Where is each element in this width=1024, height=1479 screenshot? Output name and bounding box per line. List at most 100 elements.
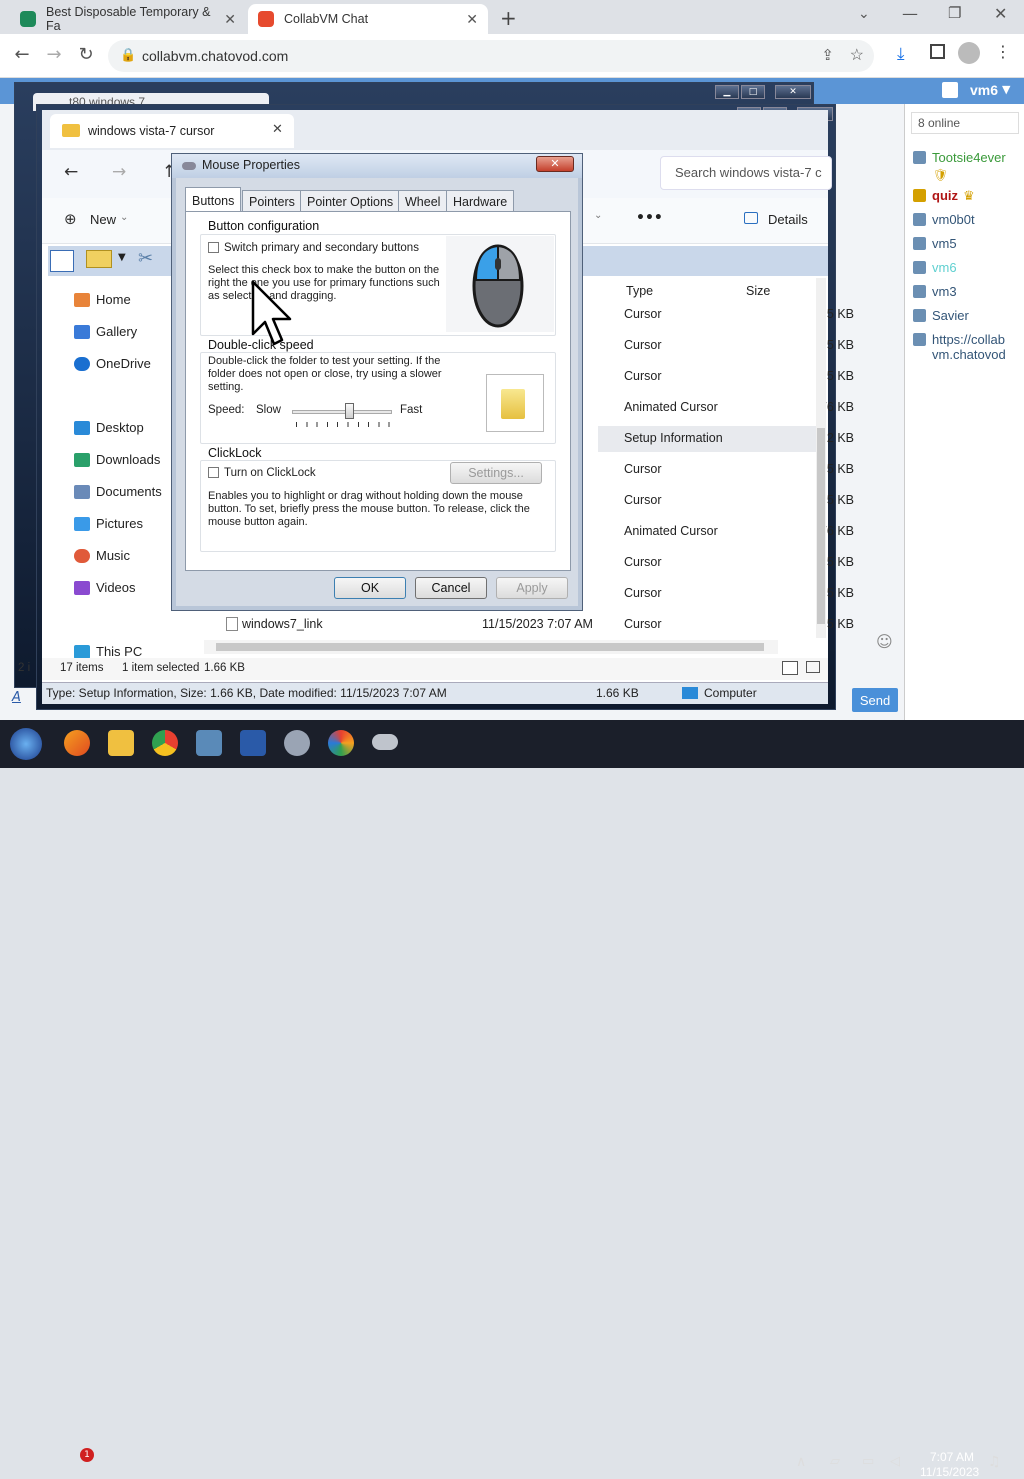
reload-icon[interactable]: ↻	[74, 44, 98, 65]
current-username[interactable]: vm6	[970, 82, 998, 98]
user-item[interactable]: vm6	[913, 260, 957, 275]
emoji-icon[interactable]: ☺	[876, 632, 893, 651]
folder-icon[interactable]	[501, 389, 525, 419]
network-icon[interactable]: ▱	[830, 1454, 840, 1469]
column-type-header[interactable]: Type	[626, 284, 653, 298]
share-icon[interactable]: ⇪	[821, 46, 834, 64]
menu-icon[interactable]: ⋮	[995, 42, 1011, 61]
switch-buttons-checkbox[interactable]	[208, 242, 219, 253]
nav-desktop[interactable]: Desktop	[74, 420, 144, 435]
clock-time[interactable]: 7:07 AM	[930, 1450, 974, 1464]
cut-icon[interactable]: ✂	[138, 248, 153, 269]
settings-gear-icon[interactable]	[284, 730, 310, 756]
scrollbar-thumb[interactable]	[817, 428, 825, 624]
apply-button[interactable]: Apply	[496, 577, 568, 599]
tab-wheel[interactable]: Wheel	[398, 190, 448, 212]
close-tab-icon[interactable]: ✕	[224, 11, 236, 28]
browser-tab-2[interactable]: CollabVM Chat ✕	[248, 4, 488, 34]
test-folder-box[interactable]	[486, 374, 544, 432]
clock-date[interactable]: 11/15/2023	[920, 1465, 979, 1479]
user-item[interactable]: vm0b0t	[913, 212, 975, 227]
profile-avatar-icon[interactable]	[958, 42, 980, 64]
details-view-icon[interactable]	[782, 661, 798, 675]
volume-muted-icon[interactable]: ◁	[890, 1454, 900, 1469]
close-tab-icon[interactable]: ✕	[272, 122, 283, 137]
tab-search-icon[interactable]: ⌄	[858, 6, 870, 22]
speed-slider-thumb[interactable]	[345, 403, 354, 419]
user-item[interactable]: vm3	[913, 284, 957, 299]
ok-button[interactable]: OK	[334, 577, 406, 599]
chevron-up-icon[interactable]: ∧	[796, 1454, 806, 1470]
restore-icon[interactable]: ❐	[948, 4, 961, 22]
user-item[interactable]: https://collab vm.chatovod	[913, 332, 1016, 362]
nav-music[interactable]: Music	[74, 548, 130, 563]
pane-toggle-icon[interactable]	[50, 250, 74, 272]
tiles-view-icon[interactable]	[806, 661, 820, 673]
back-arrow-icon[interactable]: ←	[64, 162, 78, 182]
user-item[interactable]: Savier	[913, 308, 969, 323]
minimize-icon[interactable]: —	[902, 4, 918, 23]
forward-arrow-icon[interactable]: →	[42, 44, 66, 65]
nav-documents[interactable]: Documents	[74, 484, 162, 499]
address-bar[interactable]: 🔒 collabvm.chatovod.com ⇪ ☆	[108, 40, 874, 72]
column-size-header[interactable]: Size	[746, 284, 770, 298]
chevron-down-icon[interactable]: ▼	[1002, 83, 1010, 96]
side-panel-icon[interactable]	[930, 44, 945, 59]
horizontal-scrollbar[interactable]	[204, 640, 778, 654]
details-button[interactable]: Details	[768, 212, 808, 227]
mouse-app-icon[interactable]	[372, 734, 398, 750]
more-options-icon[interactable]: •••	[636, 210, 663, 226]
notification-bell-icon[interactable]: ♫	[988, 1454, 1001, 1470]
download-icon[interactable]: ⤓	[897, 44, 905, 64]
explorer-tab[interactable]: windows vista-7 cursor ✕	[50, 114, 294, 148]
close-icon[interactable]: ✕	[775, 85, 811, 99]
user-item[interactable]: quiz ♛	[913, 188, 975, 203]
switch-buttons-label[interactable]: Switch primary and secondary buttons	[224, 242, 419, 255]
back-arrow-icon[interactable]: ←	[10, 44, 34, 65]
nav-downloads[interactable]: Downloads	[74, 452, 160, 467]
file-explorer-icon[interactable]	[108, 730, 134, 756]
nav-this-pc[interactable]: This PC	[74, 644, 142, 659]
nav-gallery[interactable]: Gallery	[74, 324, 137, 339]
user-item[interactable]: Tootsie4ever	[913, 150, 1012, 165]
tab-hardware[interactable]: Hardware	[446, 190, 515, 212]
plus-icon[interactable]: ⊕	[64, 210, 77, 228]
browser-icon[interactable]	[328, 730, 354, 756]
vertical-scrollbar[interactable]	[816, 278, 826, 638]
nav-onedrive[interactable]: OneDrive	[74, 356, 151, 371]
properties-icon[interactable]	[86, 250, 112, 268]
new-tab-button[interactable]: +	[500, 6, 517, 30]
new-button[interactable]: New	[90, 212, 116, 227]
chevron-down-icon[interactable]: ⌄	[594, 210, 602, 221]
font-style-icon[interactable]: A	[12, 690, 21, 705]
photos-icon[interactable]	[196, 730, 222, 756]
clicklock-checkbox[interactable]	[208, 467, 219, 478]
file-name[interactable]: windows7_link	[242, 617, 323, 631]
start-orb-icon[interactable]	[10, 728, 42, 760]
chrome-icon[interactable]	[152, 730, 178, 756]
word-icon[interactable]	[240, 730, 266, 756]
maximize-icon[interactable]: □	[741, 85, 765, 99]
close-window-icon[interactable]: ✕	[994, 4, 1007, 23]
nav-videos[interactable]: Videos	[74, 580, 136, 595]
bookmark-star-icon[interactable]: ☆	[850, 45, 864, 65]
browser-tab-1[interactable]: Best Disposable Temporary & Fa ✕	[10, 4, 246, 34]
scrollbar-thumb[interactable]	[216, 643, 764, 651]
display-icon[interactable]: ▭	[862, 1454, 874, 1469]
firefox-icon[interactable]	[64, 730, 90, 756]
user-item[interactable]: vm5	[913, 236, 957, 251]
clicklock-checkbox-label[interactable]: Turn on ClickLock	[224, 467, 316, 480]
nav-pictures[interactable]: Pictures	[74, 516, 143, 531]
cancel-button[interactable]: Cancel	[415, 577, 487, 599]
send-button[interactable]: Send	[852, 688, 898, 712]
chevron-down-icon[interactable]: ▼	[118, 252, 126, 263]
tab-buttons[interactable]: Buttons	[185, 187, 242, 213]
speed-slider-track[interactable]	[292, 403, 392, 419]
settings-button[interactable]: Settings...	[450, 462, 542, 484]
dialog-close-button[interactable]: ✕	[536, 156, 574, 172]
search-input[interactable]: Search windows vista-7 c	[660, 156, 832, 190]
minimize-icon[interactable]: ▁	[715, 85, 739, 99]
forward-arrow-icon[interactable]: →	[112, 162, 126, 182]
close-tab-icon[interactable]: ✕	[466, 11, 478, 28]
nav-home[interactable]: Home	[74, 292, 131, 307]
